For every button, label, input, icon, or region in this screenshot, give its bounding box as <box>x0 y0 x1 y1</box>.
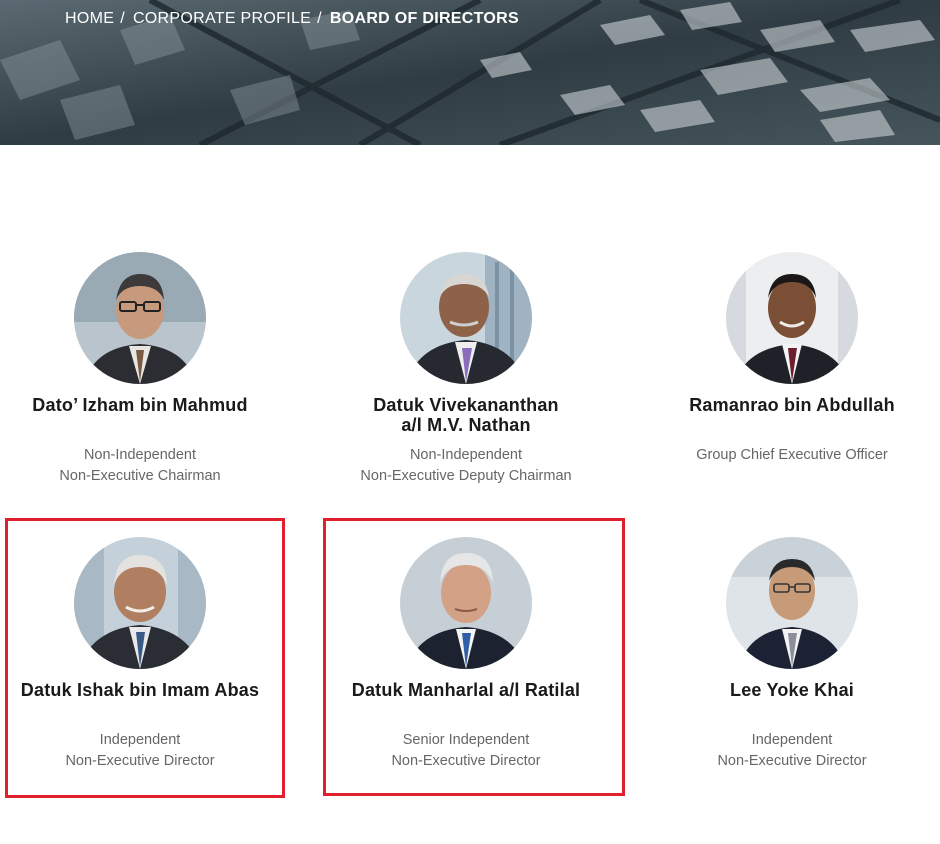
director-card-lee[interactable]: Lee Yoke Khai Independent Non-Executive … <box>647 537 937 777</box>
director-role: Non-Executive Director <box>65 753 215 769</box>
director-photo <box>74 537 206 669</box>
director-photo <box>400 537 532 669</box>
breadcrumb-separator: / <box>317 10 322 27</box>
breadcrumb-home-link[interactable]: HOME <box>65 10 114 28</box>
director-photo <box>726 537 858 669</box>
hero-banner: HOME / CORPORATE PROFILE / BOARD OF DIRE… <box>0 0 940 145</box>
director-role: Non-Independent <box>83 447 197 463</box>
director-name: Datuk Manharlal a/l Ratilal <box>351 680 581 700</box>
director-card-izham[interactable]: Dato’ Izham bin Mahmud Non-Independent N… <box>0 252 285 492</box>
director-role: Senior Independent <box>402 732 530 748</box>
director-name: a/l M.V. Nathan <box>401 415 531 435</box>
director-name: Lee Yoke Khai <box>730 680 854 700</box>
director-role: Non-Executive Chairman <box>59 468 221 484</box>
director-role: Independent <box>751 732 833 748</box>
director-role: Non-Independent <box>409 447 523 463</box>
director-card-vivekananthan[interactable]: Datuk Vivekananthan a/l M.V. Nathan Non-… <box>321 252 611 492</box>
director-photo <box>400 252 532 384</box>
breadcrumb: HOME / CORPORATE PROFILE / BOARD OF DIRE… <box>65 10 519 28</box>
director-photo <box>726 252 858 384</box>
director-card-manharlal[interactable]: Datuk Manharlal a/l Ratilal Senior Indep… <box>321 537 611 777</box>
director-name: Datuk Ishak bin Imam Abas <box>20 680 260 700</box>
director-role: Group Chief Executive Officer <box>696 447 888 463</box>
director-photo <box>74 252 206 384</box>
director-name: Dato’ Izham bin Mahmud <box>32 395 248 415</box>
director-role: Non-Executive Director <box>391 753 541 769</box>
breadcrumb-current-page: BOARD OF DIRECTORS <box>329 10 519 27</box>
director-role: Independent <box>99 732 181 748</box>
breadcrumb-corporate-profile-link[interactable]: CORPORATE PROFILE <box>133 10 311 28</box>
director-name: Datuk Vivekananthan <box>373 395 559 415</box>
breadcrumb-separator: / <box>120 10 125 27</box>
director-card-ramanrao[interactable]: Ramanrao bin Abdullah Group Chief Execut… <box>647 252 937 492</box>
director-card-ishak[interactable]: Datuk Ishak bin Imam Abas Independent No… <box>0 537 285 777</box>
director-role: Non-Executive Director <box>717 753 867 769</box>
director-role: Non-Executive Deputy Chairman <box>360 468 572 484</box>
director-name: Ramanrao bin Abdullah <box>689 395 895 415</box>
